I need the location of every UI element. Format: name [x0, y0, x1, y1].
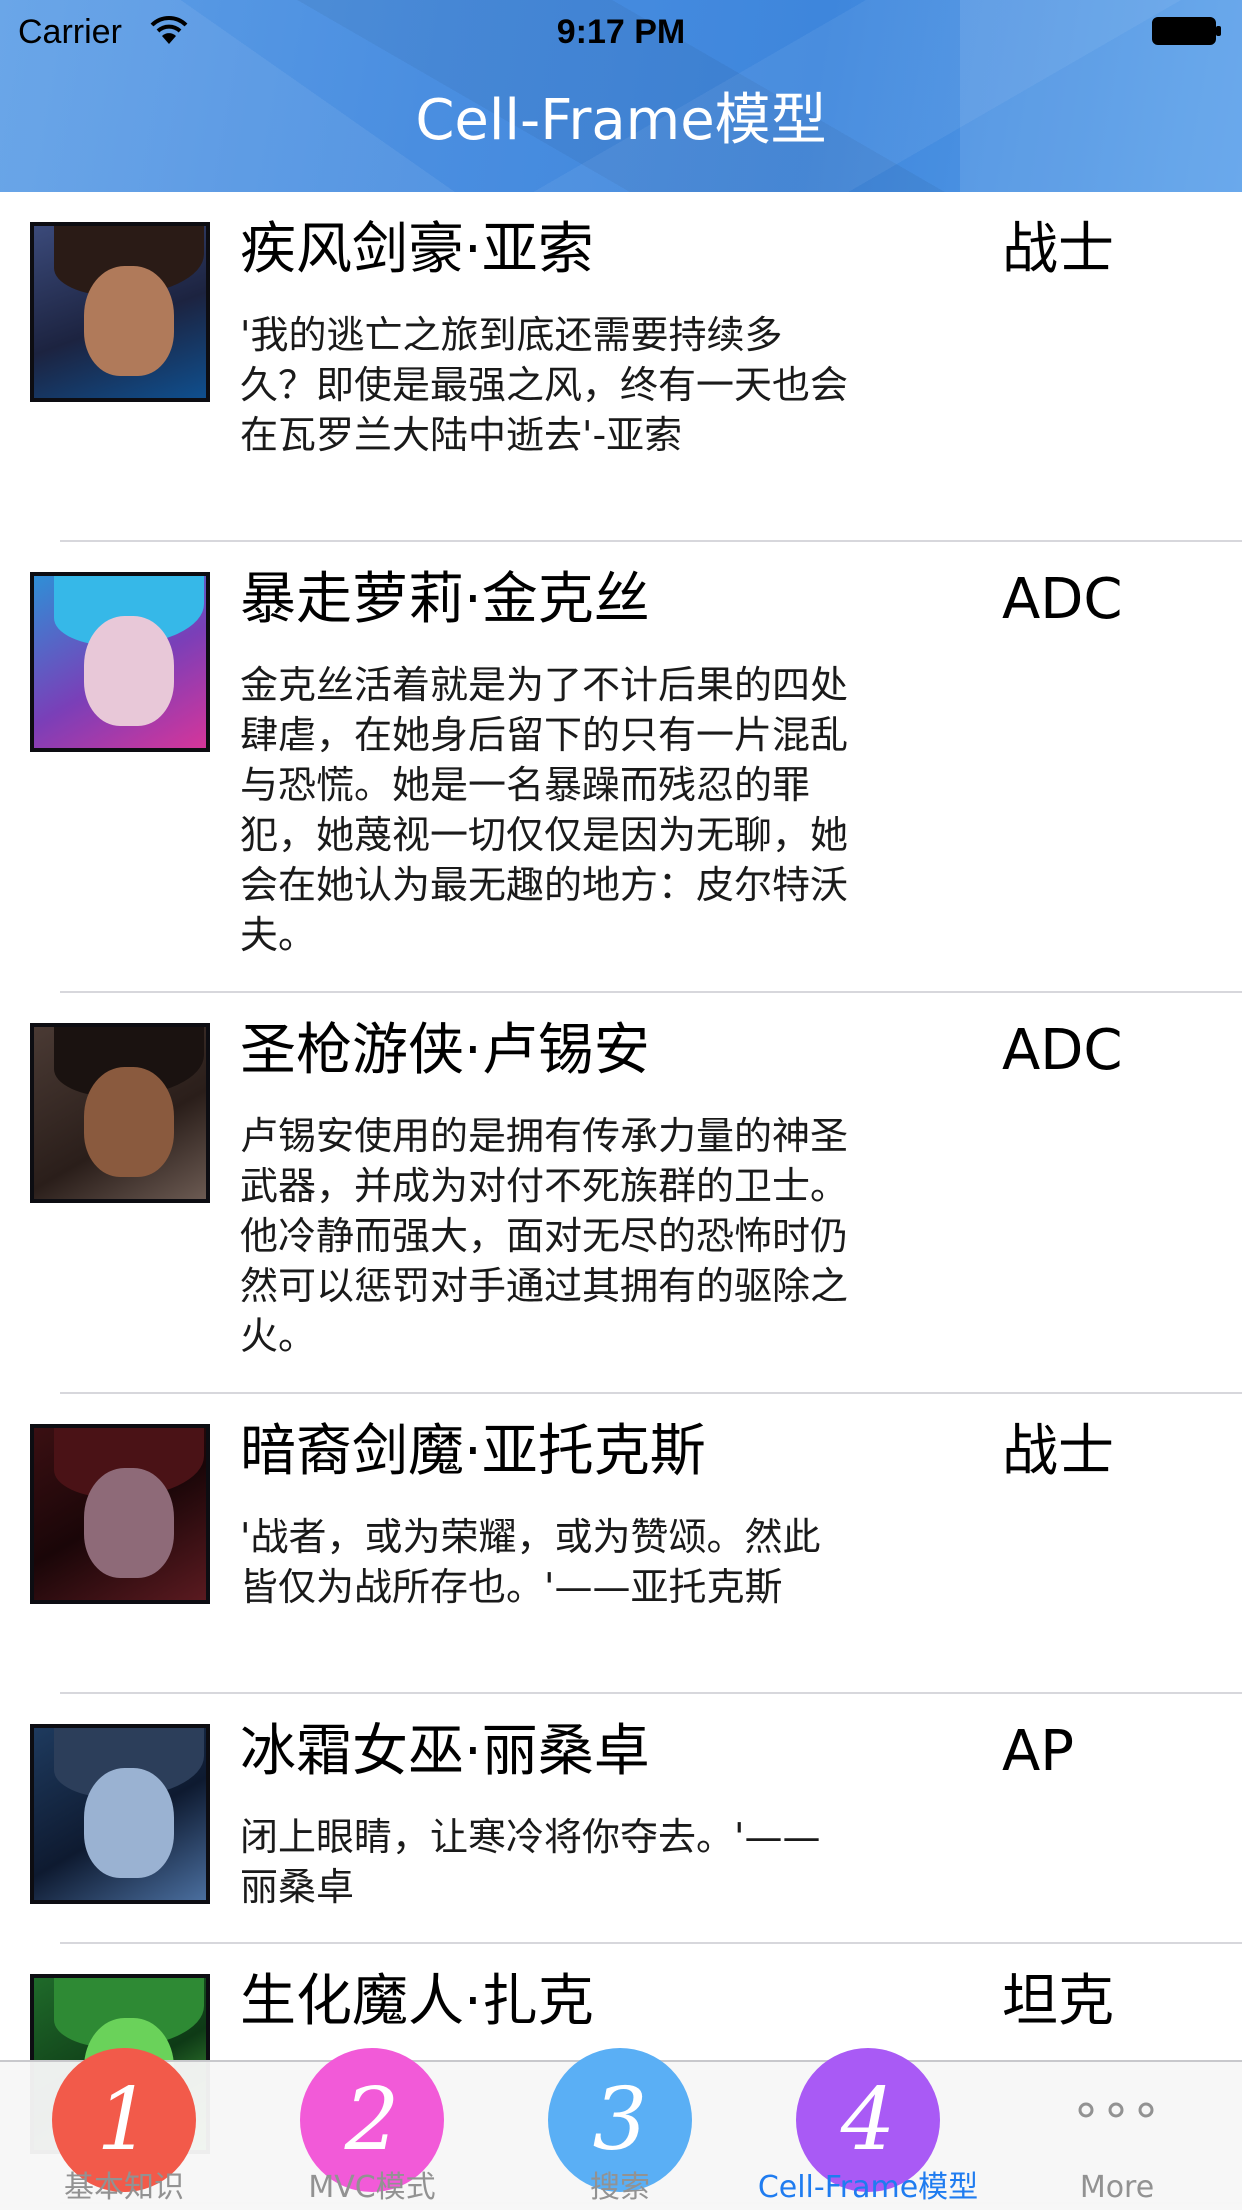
tab-label: 基本知识: [64, 2170, 184, 2205]
battery-icon: [1152, 17, 1221, 45]
tab-label: MVC模式: [308, 2170, 436, 2205]
hero-type: 坦克: [1002, 1969, 1114, 2034]
hero-description: 闭上眼睛，让寒冷将你夺去。'——丽桑卓: [240, 1815, 821, 1909]
hero-type: 战士: [1002, 1419, 1114, 1484]
hero-type: 战士: [1002, 217, 1114, 282]
hero-type: ADC: [1002, 1018, 1123, 1083]
tab-bar: 1 基本知识 2 MVC模式 3 搜索 4 Cell-Frame模型 More: [0, 2048, 1242, 2210]
tab-label: 搜索: [590, 2170, 650, 2205]
tab-cell-frame[interactable]: 4 Cell-Frame模型: [744, 2048, 992, 2210]
table-row[interactable]: 疾风剑豪·亚索 战士 '我的逃亡之旅到底还需要持续多久？即使是最强之风，终有一天…: [0, 192, 1242, 542]
hero-description: 卢锡安使用的是拥有传承力量的神圣武器，并成为对付不死族群的卫士。他冷静而强大，面…: [240, 1114, 849, 1358]
hero-description: 金克丝活着就是为了不计后果的四处肆虐，在她身后留下的只有一片混乱与恐慌。她是一名…: [240, 663, 849, 957]
aatrox-avatar: [30, 1424, 210, 1604]
hero-type: ADC: [1002, 567, 1123, 632]
hero-type: AP: [1002, 1719, 1075, 1784]
status-time: 9:17 PM: [556, 13, 686, 51]
hero-name: 暴走萝莉·金克丝: [240, 567, 650, 632]
lissandra-avatar: [30, 1724, 210, 1904]
page-title: Cell-Frame模型: [415, 88, 827, 153]
tab-basics[interactable]: 1 基本知识: [0, 2048, 248, 2210]
tab-label: Cell-Frame模型: [757, 2170, 979, 2205]
table-row[interactable]: 圣枪游侠·卢锡安 ADC 卢锡安使用的是拥有传承力量的神圣武器，并成为对付不死族…: [0, 993, 1242, 1394]
hero-name: 圣枪游侠·卢锡安: [240, 1018, 650, 1083]
more-dots-icon: [1078, 2102, 1154, 2118]
navigation-bar: Carrier 9:17 PM Cell-Frame模型: [0, 0, 1242, 192]
hero-name: 暗裔剑魔·亚托克斯: [240, 1419, 706, 1484]
yasuo-avatar: [30, 222, 210, 402]
hero-name: 疾风剑豪·亚索: [240, 217, 594, 282]
hero-name: 生化魔人·扎克: [240, 1969, 594, 2034]
hero-description: '我的逃亡之旅到底还需要持续多久？即使是最强之风，终有一天也会在瓦罗兰大陆中逝去…: [240, 313, 849, 457]
tab-more[interactable]: More: [992, 2062, 1242, 2210]
table-row[interactable]: 暴走萝莉·金克丝 ADC 金克丝活着就是为了不计后果的四处肆虐，在她身后留下的只…: [0, 542, 1242, 993]
hero-table[interactable]: 疾风剑豪·亚索 战士 '我的逃亡之旅到底还需要持续多久？即使是最强之风，终有一天…: [0, 192, 1242, 2204]
table-row[interactable]: 暗裔剑魔·亚托克斯 战士 '战者，或为荣耀，或为赞颂。然此皆仅为战所存也。'——…: [0, 1394, 1242, 1694]
hero-description: '战者，或为荣耀，或为赞颂。然此皆仅为战所存也。'——亚托克斯: [240, 1515, 821, 1609]
jinx-avatar: [30, 572, 210, 752]
tab-label: More: [1079, 2170, 1155, 2205]
tab-search[interactable]: 3 搜索: [496, 2048, 744, 2210]
lucian-avatar: [30, 1023, 210, 1203]
tab-mvc[interactable]: 2 MVC模式: [248, 2048, 496, 2210]
table-row[interactable]: 冰霜女巫·丽桑卓 AP 闭上眼睛，让寒冷将你夺去。'——丽桑卓: [0, 1694, 1242, 1944]
hero-name: 冰霜女巫·丽桑卓: [240, 1719, 650, 1784]
